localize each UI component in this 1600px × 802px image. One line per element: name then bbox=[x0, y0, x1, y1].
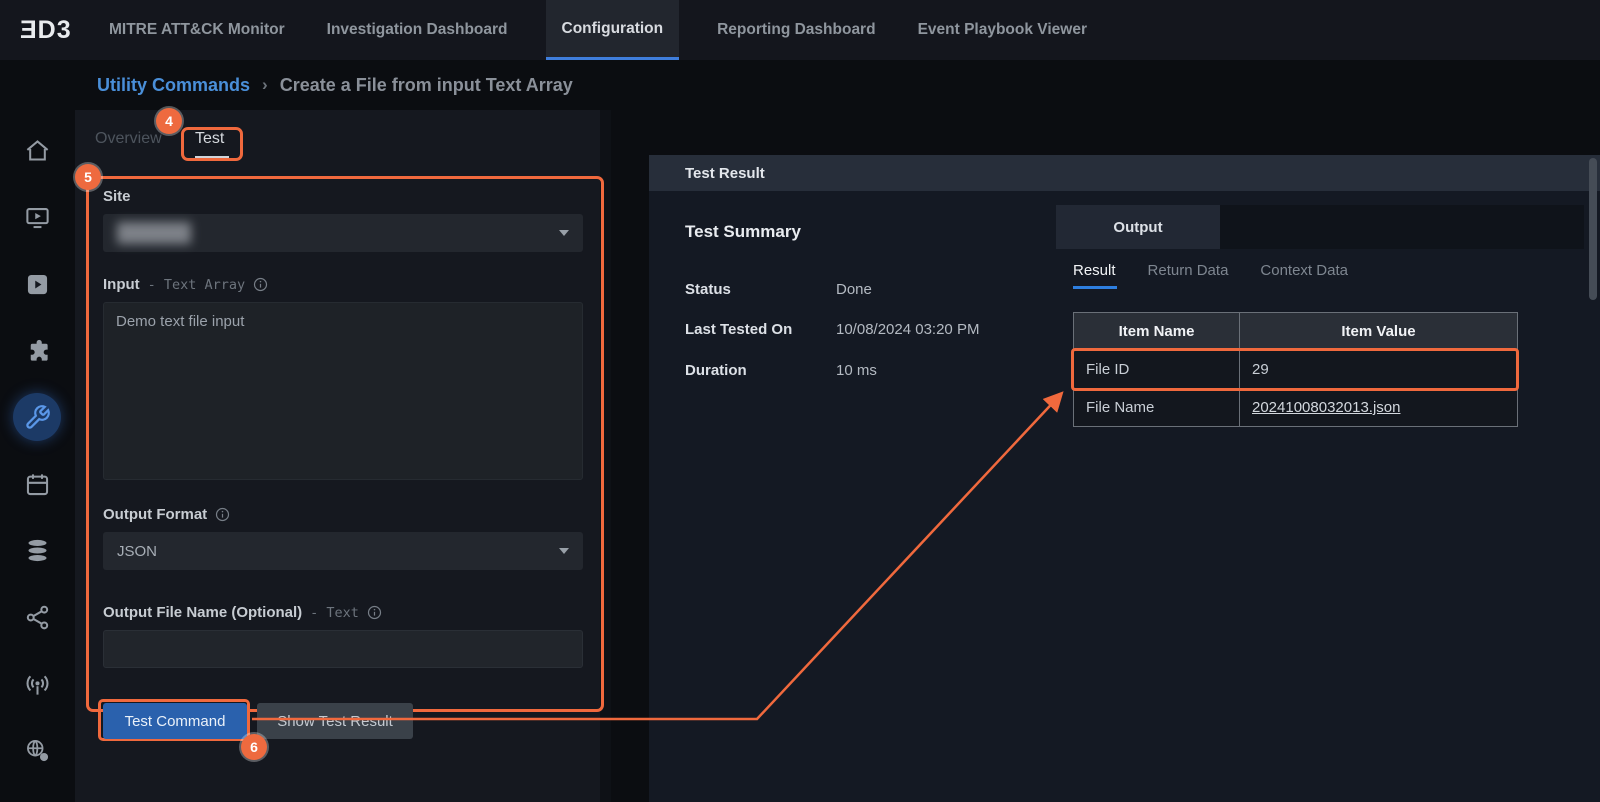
test-summary-title: Test Summary bbox=[685, 222, 801, 242]
nav-configuration[interactable]: Configuration bbox=[546, 0, 680, 60]
result-table: Item Name Item Value File ID 29 File Nam… bbox=[1073, 312, 1518, 427]
subtab-result[interactable]: Result bbox=[1073, 262, 1116, 279]
status-value: Done bbox=[836, 281, 872, 298]
info-icon[interactable] bbox=[253, 277, 268, 292]
tab-output[interactable]: Output bbox=[1056, 205, 1220, 249]
share-nodes-icon bbox=[24, 604, 51, 631]
file-id-value-cell: 29 bbox=[1240, 351, 1518, 389]
database-stack-icon bbox=[24, 537, 51, 564]
globe-user-icon bbox=[24, 737, 51, 764]
subtab-return-data[interactable]: Return Data bbox=[1148, 262, 1229, 279]
app-root: ƎD3 MITRE ATT&CK Monitor Investigation D… bbox=[0, 0, 1600, 802]
file-name-name-cell: File Name bbox=[1074, 389, 1240, 427]
file-name-type-hint: - Text bbox=[310, 605, 359, 621]
icon-sidebar bbox=[0, 60, 75, 802]
chevron-down-icon bbox=[559, 548, 569, 554]
sidebar-item-video-library[interactable] bbox=[24, 271, 51, 298]
sidebar-item-home[interactable] bbox=[24, 137, 51, 164]
show-test-result-button[interactable]: Show Test Result bbox=[257, 703, 413, 739]
status-label: Status bbox=[685, 281, 731, 298]
site-dropdown[interactable] bbox=[103, 214, 583, 252]
subtab-context-data[interactable]: Context Data bbox=[1260, 262, 1348, 279]
output-format-dropdown[interactable]: JSON bbox=[103, 532, 583, 570]
test-result-header: Test Result bbox=[649, 155, 1600, 191]
site-label: Site bbox=[103, 188, 131, 205]
test-result-panel bbox=[649, 155, 1600, 802]
input-textarea[interactable]: Demo text file input bbox=[103, 302, 583, 480]
annotation-step-5-badge: 5 bbox=[75, 164, 101, 190]
monitor-play-icon bbox=[24, 204, 51, 231]
sidebar-item-utility-commands[interactable] bbox=[24, 404, 51, 431]
table-row-file-name: File Name 20241008032013.json bbox=[1074, 389, 1518, 427]
tab-overview[interactable]: Overview bbox=[95, 130, 162, 148]
top-nav-items: MITRE ATT&CK Monitor Investigation Dashb… bbox=[105, 0, 1091, 60]
col-item-name: Item Name bbox=[1074, 313, 1240, 351]
result-subtabs: Result Return Data Context Data bbox=[1073, 262, 1348, 279]
nav-mitre-attack-monitor[interactable]: MITRE ATT&CK Monitor bbox=[105, 0, 289, 60]
puzzle-icon bbox=[24, 337, 51, 364]
wrench-tools-icon bbox=[24, 404, 51, 431]
annotation-step-4-badge: 4 bbox=[156, 108, 182, 134]
file-name-link[interactable]: 20241008032013.json bbox=[1252, 399, 1400, 416]
chevron-down-icon bbox=[559, 230, 569, 236]
last-tested-value: 10/08/2024 03:20 PM bbox=[836, 321, 979, 338]
home-icon bbox=[24, 137, 51, 164]
output-format-value: JSON bbox=[117, 543, 157, 560]
subtab-result-active-indicator bbox=[1073, 286, 1117, 289]
breadcrumb-utility-commands[interactable]: Utility Commands bbox=[97, 75, 250, 96]
breadcrumb-separator: › bbox=[262, 75, 268, 95]
nav-event-playbook-viewer[interactable]: Event Playbook Viewer bbox=[914, 0, 1091, 60]
sidebar-item-connections[interactable] bbox=[24, 604, 51, 631]
duration-label: Duration bbox=[685, 362, 747, 379]
calendar-icon bbox=[24, 471, 51, 498]
top-nav: ƎD3 MITRE ATT&CK Monitor Investigation D… bbox=[0, 0, 1600, 60]
output-file-name-input[interactable] bbox=[103, 630, 583, 668]
sidebar-item-broadcast[interactable] bbox=[24, 671, 51, 698]
sidebar-item-schedule[interactable] bbox=[24, 471, 51, 498]
annotation-step-6-badge: 6 bbox=[241, 734, 267, 760]
last-tested-label: Last Tested On bbox=[685, 321, 792, 338]
right-panel-scrollbar[interactable] bbox=[1589, 158, 1597, 300]
sidebar-item-data[interactable] bbox=[24, 537, 51, 564]
table-row-file-id: File ID 29 bbox=[1074, 351, 1518, 389]
test-command-button[interactable]: Test Command bbox=[103, 703, 247, 739]
col-item-value: Item Value bbox=[1240, 313, 1518, 351]
left-panel-scrollbar[interactable] bbox=[600, 110, 611, 802]
sidebar-item-integrations[interactable] bbox=[24, 337, 51, 364]
sidebar-item-geo[interactable] bbox=[24, 737, 51, 764]
tab-test[interactable]: Test bbox=[195, 130, 224, 148]
info-icon[interactable] bbox=[215, 507, 230, 522]
nav-investigation-dashboard[interactable]: Investigation Dashboard bbox=[323, 0, 512, 60]
nav-reporting-dashboard[interactable]: Reporting Dashboard bbox=[713, 0, 879, 60]
d3-logo[interactable]: ƎD3 bbox=[0, 0, 105, 60]
sidebar-item-monitor[interactable] bbox=[24, 204, 51, 231]
info-icon[interactable] bbox=[367, 605, 382, 620]
video-library-icon bbox=[24, 271, 51, 298]
output-format-label: Output Format bbox=[103, 506, 230, 523]
duration-value: 10 ms bbox=[836, 362, 877, 379]
site-value-redacted bbox=[117, 222, 191, 244]
input-label: Input - Text Array bbox=[103, 276, 268, 293]
file-id-name-cell: File ID bbox=[1074, 351, 1240, 389]
output-file-name-label: Output File Name (Optional) - Text bbox=[103, 604, 382, 621]
tab-test-active-indicator bbox=[195, 156, 229, 158]
table-header-row: Item Name Item Value bbox=[1074, 313, 1518, 351]
broadcast-icon bbox=[24, 671, 51, 698]
input-type-hint: - Text Array bbox=[148, 277, 246, 293]
breadcrumb: Utility Commands › Create a File from in… bbox=[75, 60, 573, 110]
page-title: Create a File from input Text Array bbox=[280, 75, 573, 96]
